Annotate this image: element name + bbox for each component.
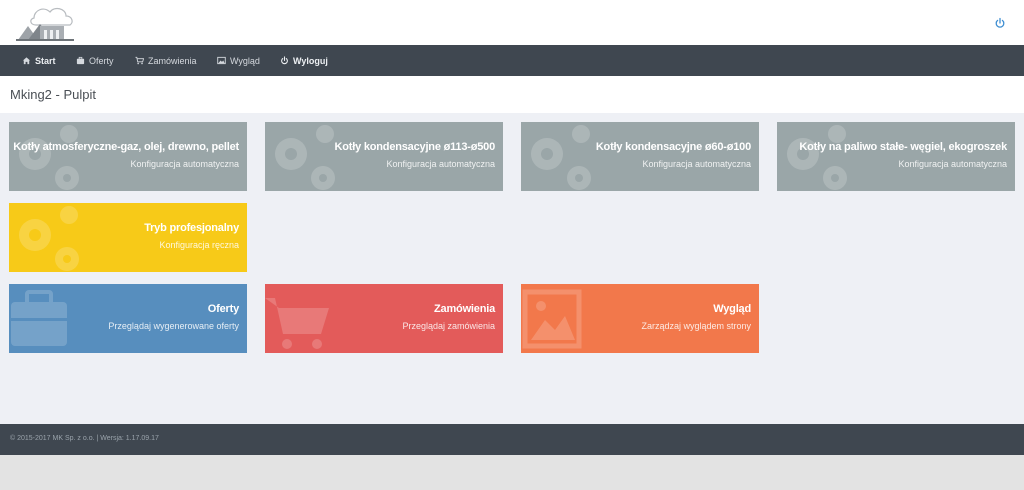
tile-title: Wygląd xyxy=(713,303,751,315)
tile-title: Oferty xyxy=(207,303,239,315)
nav-item-wyloguj[interactable]: Wyloguj xyxy=(280,45,328,76)
tile-title: Kotły atmosferyczne-gaz, olej, drewno, p… xyxy=(13,141,239,153)
briefcase-icon xyxy=(11,290,67,346)
tile-subtitle: Konfiguracja automatyczna xyxy=(642,159,751,169)
nav-item-label: Start xyxy=(35,55,56,66)
top-bar xyxy=(0,0,1024,45)
image-icon xyxy=(522,289,582,349)
tile-title: Zamówienia xyxy=(434,303,495,315)
nav-item-label: Zamówienia xyxy=(148,55,197,66)
briefcase-icon xyxy=(76,56,85,65)
tile-subtitle: Konfiguracja automatyczna xyxy=(386,159,495,169)
tile-kotly-kondensacyjne-113-500[interactable]: Kotły kondensacyjne ø113-ø500 Konfigurac… xyxy=(265,122,503,191)
nav-item-zamowienia[interactable]: Zamówienia xyxy=(135,45,197,76)
gears-icon xyxy=(19,125,79,190)
cart-icon xyxy=(135,56,144,65)
tile-subtitle: Zarządzaj wyglądem strony xyxy=(641,321,751,331)
tile-wyglad[interactable]: Wygląd Zarządzaj wyglądem strony xyxy=(521,284,759,353)
tile-zamowienia[interactable]: Zamówienia Przeglądaj zamówienia xyxy=(265,284,503,353)
gears-icon xyxy=(275,125,335,190)
tile-oferty[interactable]: Oferty Przeglądaj wygenerowane oferty xyxy=(9,284,247,353)
tile-tryb-profesjonalny[interactable]: Tryb profesjonalny Konfiguracja ręczna xyxy=(9,203,247,272)
power-icon xyxy=(281,56,288,65)
nav-item-label: Wyloguj xyxy=(293,55,328,66)
power-icon[interactable] xyxy=(994,16,1006,28)
nav-item-start[interactable]: Start xyxy=(22,45,56,76)
gears-icon xyxy=(531,125,591,190)
tile-subtitle: Konfiguracja automatyczna xyxy=(898,159,1007,169)
tile-kotly-atmosferyczne[interactable]: Kotły atmosferyczne-gaz, olej, drewno, p… xyxy=(9,122,247,191)
tile-title: Kotły na paliwo stałe- węgiel, ekogrosze… xyxy=(799,141,1007,153)
tile-subtitle: Przeglądaj wygenerowane oferty xyxy=(108,321,239,331)
nav-item-label: Wygląd xyxy=(230,55,260,66)
tile-title: Tryb profesjonalny xyxy=(144,222,239,234)
image-icon xyxy=(217,56,226,65)
nav-item-oferty[interactable]: Oferty xyxy=(76,45,114,76)
page-title: Mking2 - Pulpit xyxy=(10,87,96,102)
page-header: Mking2 - Pulpit xyxy=(0,76,1024,113)
tile-kotly-paliwo-stale[interactable]: Kotły na paliwo stałe- węgiel, ekogrosze… xyxy=(777,122,1015,191)
tile-subtitle: Przeglądaj zamówienia xyxy=(402,321,495,331)
dashboard: Kotły atmosferyczne-gaz, olej, drewno, p… xyxy=(0,113,1024,424)
bottom-strip xyxy=(0,455,1024,490)
cart-icon xyxy=(265,298,329,349)
home-icon xyxy=(22,57,31,65)
footer-text: © 2015-2017 MK Sp. z o.o. | Wersja: 1.17… xyxy=(10,435,159,442)
tile-subtitle: Konfiguracja automatyczna xyxy=(130,159,239,169)
nav-item-wyglad[interactable]: Wygląd xyxy=(217,45,260,76)
gears-icon xyxy=(787,125,847,190)
tile-subtitle: Konfiguracja ręczna xyxy=(159,240,239,250)
main-nav: Start Oferty Zamówienia Wygląd Wyloguj xyxy=(0,45,1024,76)
tile-kotly-kondensacyjne-60-100[interactable]: Kotły kondensacyjne ø60-ø100 Konfiguracj… xyxy=(521,122,759,191)
footer: © 2015-2017 MK Sp. z o.o. | Wersja: 1.17… xyxy=(0,424,1024,455)
tile-title: Kotły kondensacyjne ø60-ø100 xyxy=(595,141,751,153)
mk-logo[interactable] xyxy=(14,4,78,42)
nav-item-label: Oferty xyxy=(89,55,114,66)
gears-icon xyxy=(19,206,79,271)
tile-title: Kotły kondensacyjne ø113-ø500 xyxy=(334,141,496,153)
